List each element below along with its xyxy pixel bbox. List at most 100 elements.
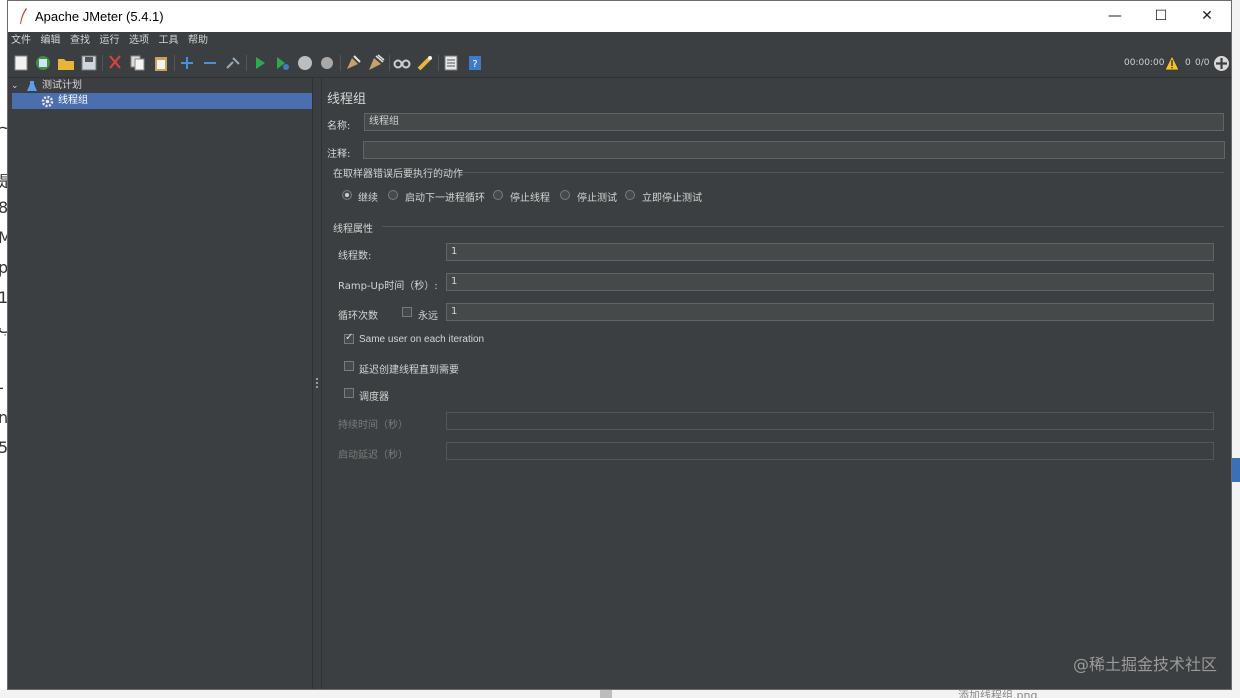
toolbar-separator — [389, 55, 390, 71]
bg-blue-mark — [1232, 458, 1240, 482]
radio-start-next-loop-label[interactable]: 启动下一进程循环 — [405, 189, 485, 204]
watermark: @稀土掘金技术社区 — [1072, 655, 1217, 674]
comment-label: 注释: — [327, 149, 351, 160]
toolbar-separator — [102, 55, 103, 71]
expand-icon[interactable] — [178, 54, 196, 72]
duration-label: 持续时间（秒） — [338, 420, 408, 431]
active-threads: 0/0 — [1195, 58, 1210, 68]
forever-label: 永远 — [418, 311, 438, 322]
help-icon[interactable]: ? — [466, 54, 484, 72]
minimize-button[interactable]: — — [1092, 1, 1138, 32]
startup-delay-label: 启动延迟（秒） — [338, 450, 408, 461]
copy-icon[interactable] — [129, 54, 147, 72]
start-icon[interactable] — [251, 54, 269, 72]
shutdown-icon[interactable] — [318, 54, 336, 72]
clear-icon[interactable] — [344, 54, 362, 72]
panel-heading: 线程组 — [327, 92, 367, 107]
loop-count-label: 循环次数 — [338, 311, 378, 322]
reset-search-icon[interactable] — [416, 54, 434, 72]
duration-field — [446, 412, 1214, 430]
scheduler-checkbox[interactable] — [344, 388, 354, 398]
forever-checkbox[interactable] — [402, 307, 412, 317]
radio-stop-test-now-label[interactable]: 立即停止测试 — [642, 189, 702, 204]
start-no-pause-icon[interactable] — [273, 54, 291, 72]
new-icon[interactable] — [12, 54, 30, 72]
divider-grip[interactable] — [316, 378, 320, 388]
menu-tools[interactable]: 工具 — [159, 32, 179, 50]
name-label: 名称: — [327, 121, 351, 132]
templates-icon[interactable] — [34, 54, 52, 72]
open-icon[interactable] — [57, 54, 75, 72]
radio-continue-label[interactable]: 继续 — [358, 189, 378, 204]
title-bar: Apache JMeter (5.4.1) — ☐ ✕ — [8, 1, 1231, 32]
on-error-group-label: 在取样器错误后要执行的动作 — [333, 169, 463, 180]
toggle-icon[interactable] — [224, 54, 242, 72]
rampup-field[interactable]: 1 — [446, 273, 1214, 291]
threads-label: 线程数: — [338, 251, 372, 262]
radio-stop-test[interactable] — [560, 190, 570, 200]
bg-fragment: - — [0, 378, 4, 397]
split-pane-divider[interactable] — [312, 78, 322, 689]
radio-stop-test-label[interactable]: 停止测试 — [577, 189, 617, 204]
same-user-label: Same user on each iteration — [359, 334, 485, 345]
rampup-label: Ramp-Up时间（秒）: — [338, 281, 438, 292]
menu-run[interactable]: 运行 — [100, 32, 120, 50]
background-page-right — [1232, 0, 1240, 698]
tree-selection-highlight — [12, 93, 312, 109]
menu-help[interactable]: 帮助 — [188, 32, 208, 50]
close-button[interactable]: ✕ — [1184, 1, 1230, 32]
stop-icon[interactable] — [296, 54, 314, 72]
error-count: 0 — [1185, 58, 1191, 68]
warning-icon[interactable] — [1164, 55, 1180, 71]
toolbar: ? 00:00:00 0 0/0 — [8, 50, 1231, 78]
thread-group-panel: 线程组 名称: 线程组 注释: 在取样器错误后要执行的动作 继续 启动下一进程循… — [322, 78, 1231, 689]
background-page-bottom: 添加线程组.png — [0, 690, 1240, 698]
chevron-down-icon[interactable]: ⌄ — [11, 78, 19, 94]
search-icon[interactable] — [393, 54, 411, 72]
tree-item-thread-group[interactable]: 线程组 — [58, 93, 88, 109]
radio-stop-thread[interactable] — [493, 190, 503, 200]
toolbar-separator — [438, 55, 439, 71]
comment-field[interactable] — [363, 141, 1225, 159]
jmeter-window: Apache JMeter (5.4.1) — ☐ ✕ 文件 编辑 查找 运行 … — [7, 0, 1232, 690]
toolbar-separator — [174, 55, 175, 71]
radio-start-next-loop[interactable] — [388, 190, 398, 200]
bg-caption: 添加线程组.png — [958, 690, 1038, 698]
same-user-checkbox[interactable] — [344, 332, 354, 344]
bg-scroll-grip — [600, 690, 612, 698]
loop-count-field[interactable]: 1 — [446, 303, 1214, 321]
test-plan-flask-icon — [27, 81, 37, 91]
jmeter-feather-icon — [20, 8, 27, 24]
group-border — [382, 226, 1224, 227]
elapsed-timer: 00:00:00 — [1124, 58, 1165, 68]
group-border — [462, 172, 1224, 173]
remote-engines-icon[interactable] — [1213, 55, 1230, 72]
maximize-button[interactable]: ☐ — [1138, 1, 1184, 32]
collapse-icon[interactable] — [201, 54, 219, 72]
toolbar-separator — [340, 55, 341, 71]
svg-text:?: ? — [472, 59, 477, 70]
threads-field[interactable]: 1 — [446, 243, 1214, 261]
thread-props-group-label: 线程属性 — [333, 224, 373, 235]
scheduler-label: 调度器 — [359, 392, 389, 403]
cut-icon[interactable] — [106, 54, 124, 72]
save-icon[interactable] — [80, 54, 98, 72]
radio-stop-thread-label[interactable]: 停止线程 — [510, 189, 550, 204]
tree-item-test-plan[interactable]: 测试计划 — [42, 78, 82, 94]
menu-search[interactable]: 查找 — [70, 32, 90, 50]
toolbar-separator — [246, 55, 247, 71]
radio-stop-test-now[interactable] — [625, 190, 635, 200]
function-helper-icon[interactable] — [442, 54, 460, 72]
delay-thread-creation-checkbox[interactable] — [344, 361, 354, 371]
startup-delay-field — [446, 442, 1214, 460]
menu-options[interactable]: 选项 — [129, 32, 149, 50]
paste-icon[interactable] — [152, 54, 170, 72]
name-field[interactable]: 线程组 — [364, 113, 1224, 131]
test-plan-tree: ⌄ 测试计划 线程组 — [8, 78, 312, 689]
menu-file[interactable]: 文件 — [11, 32, 31, 50]
delay-thread-creation-label: 延迟创建线程直到需要 — [359, 365, 459, 376]
radio-continue[interactable] — [342, 190, 352, 200]
clear-all-icon[interactable] — [367, 54, 385, 72]
menu-bar: 文件 编辑 查找 运行 选项 工具 帮助 — [8, 32, 1231, 50]
menu-edit[interactable]: 编辑 — [41, 32, 61, 50]
